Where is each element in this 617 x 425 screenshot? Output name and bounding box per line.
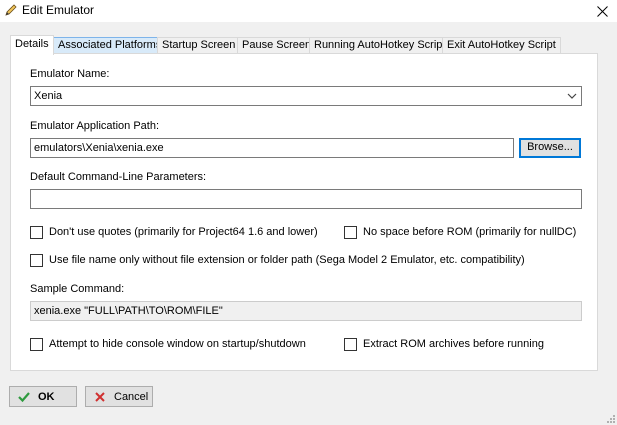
tab-startup-screen[interactable]: Startup Screen: [157, 37, 241, 54]
cancel-label: Cancel: [114, 390, 149, 403]
dont-use-quotes-label: Don't use quotes (primarily for Project6…: [49, 226, 318, 238]
chevron-down-icon: [567, 93, 577, 99]
window-title: Edit Emulator: [22, 3, 95, 17]
pencil-icon: [5, 4, 17, 16]
file-name-only-checkbox[interactable]: Use file name only without file extensio…: [30, 253, 525, 267]
cancel-x-icon: [95, 391, 105, 402]
resize-grip-icon[interactable]: [605, 413, 616, 424]
no-space-label: No space before ROM (primarily for nullD…: [363, 226, 577, 238]
sample-command-label: Sample Command:: [30, 283, 125, 295]
cmdline-label: Default Command-Line Parameters:: [30, 171, 207, 183]
cmdline-input[interactable]: [30, 189, 582, 209]
tab-running-autohotkey-script[interactable]: Running AutoHotkey Script: [309, 37, 451, 54]
sample-command-field: xenia.exe "FULL\PATH\TO\ROM\FILE": [30, 301, 582, 321]
checkbox-box[interactable]: [344, 337, 357, 351]
ok-button[interactable]: OK: [9, 386, 77, 407]
emulator-name-combobox[interactable]: Xenia: [30, 86, 582, 106]
extract-rom-label: Extract ROM archives before running: [363, 338, 544, 350]
close-icon: [596, 5, 608, 17]
cancel-button[interactable]: Cancel: [85, 386, 153, 407]
dont-use-quotes-checkbox[interactable]: Don't use quotes (primarily for Project6…: [30, 225, 318, 239]
checkmark-icon: [18, 391, 30, 402]
tab-associated-platforms[interactable]: Associated Platforms: [53, 37, 167, 54]
extract-rom-checkbox[interactable]: Extract ROM archives before running: [344, 337, 544, 351]
tab-pause-screen[interactable]: Pause Screen: [237, 37, 317, 54]
browse-button[interactable]: Browse...: [519, 138, 581, 158]
tab-details[interactable]: Details: [10, 35, 54, 55]
emulator-name-value: Xenia: [34, 90, 63, 102]
ok-label: OK: [38, 390, 55, 403]
checkbox-box[interactable]: [344, 225, 357, 239]
checkbox-box[interactable]: [30, 225, 43, 239]
file-name-only-label: Use file name only without file extensio…: [49, 254, 525, 266]
app-path-label: Emulator Application Path:: [30, 120, 160, 132]
emulator-name-label: Emulator Name:: [30, 68, 110, 80]
hide-console-label: Attempt to hide console window on startu…: [49, 338, 306, 350]
checkbox-box[interactable]: [30, 337, 43, 351]
hide-console-checkbox[interactable]: Attempt to hide console window on startu…: [30, 337, 306, 351]
no-space-checkbox[interactable]: No space before ROM (primarily for nullD…: [344, 225, 576, 239]
app-path-input[interactable]: emulators\Xenia\xenia.exe: [30, 138, 514, 158]
details-panel: Emulator Name: Xenia Emulator Applicatio…: [10, 53, 598, 371]
close-button[interactable]: [587, 0, 617, 22]
title-bar: Edit Emulator: [0, 0, 617, 22]
tab-exit-autohotkey-script[interactable]: Exit AutoHotkey Script: [442, 37, 561, 54]
checkbox-box[interactable]: [30, 253, 43, 267]
